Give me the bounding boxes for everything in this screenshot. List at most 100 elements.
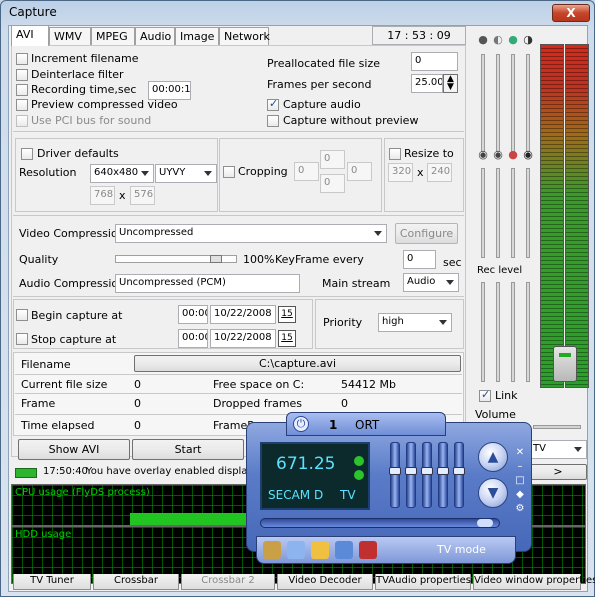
source-display: TV [340,488,356,502]
begin-capture-checkbox[interactable] [16,309,28,321]
tab-network[interactable]: Network [219,27,270,45]
tab-crossbar-2[interactable]: Crossbar 2 [181,574,275,590]
increment-filename-checkbox[interactable] [16,53,28,65]
contrast-slider[interactable] [496,54,500,152]
crop-top-input[interactable]: 0 [320,150,345,169]
calendar-icon[interactable]: 15 [278,330,296,347]
slider-thumb[interactable] [421,467,433,475]
tab-tvaudio-properties[interactable]: TVAudio properties [375,574,471,590]
power-icon[interactable]: ⏻ [293,416,309,432]
tab-crossbar[interactable]: Crossbar [93,574,179,590]
source-select[interactable]: TV [529,440,587,459]
tv-side-controls[interactable]: ✕ – □ ◆ ⚙ [514,446,526,516]
crop-right-input[interactable]: 0 [347,162,372,181]
width-input[interactable]: 768 [90,186,115,205]
priority-select[interactable]: high [378,313,452,332]
slider-thumb[interactable] [453,467,465,475]
fine-tune-down-icon[interactable] [354,470,364,480]
link-checkbox[interactable] [479,388,491,402]
calendar-icon[interactable]: 15 [278,306,296,323]
tv-color-slider[interactable] [437,442,449,508]
seek-thumb[interactable] [477,519,493,527]
keyframe-input[interactable]: 0 [403,250,436,269]
rec-level-slider[interactable] [496,282,500,382]
fps-input[interactable]: 25.00 [411,74,443,93]
tab-tv-tuner[interactable]: TV Tuner [13,574,91,590]
stop-capture-checkbox[interactable] [16,333,28,345]
capture-audio-checkbox[interactable] [267,97,279,111]
resolution-select[interactable]: 640x480 [90,164,154,183]
tab-audio[interactable]: Audio [135,27,175,45]
folder-icon[interactable] [311,541,329,559]
next-button[interactable]: > [529,464,587,480]
tv-contrast-slider[interactable] [421,442,433,508]
time-elapsed-label: Time elapsed [21,419,95,432]
begin-time-input[interactable]: 00:00 [178,305,208,324]
use-pci-bus-checkbox[interactable] [16,115,28,127]
search-icon[interactable] [287,541,305,559]
settings-icon[interactable] [335,541,353,559]
close-button[interactable]: X [552,4,590,22]
master-volume-knob[interactable] [553,346,577,382]
film-reel-icon[interactable] [263,541,281,559]
preview-compressed-checkbox[interactable] [16,99,28,111]
tab-video-decoder[interactable]: Video Decoder [277,574,373,590]
slider-thumb[interactable] [405,467,417,475]
saturation-slider[interactable] [526,54,530,152]
audio-compression-field[interactable]: Uncompressed (PCM) [115,274,300,293]
tv-brightness-slider[interactable] [405,442,417,508]
volume-slider[interactable] [533,425,581,429]
tab-wmv[interactable]: WMV [49,27,91,45]
resize-height-input[interactable]: 240 [427,163,452,182]
hue-slider[interactable] [511,54,515,152]
slider[interactable] [526,168,530,258]
capture-without-preview-checkbox[interactable] [267,115,279,127]
slider-thumb[interactable] [437,467,449,475]
resize-width-input[interactable]: 320 [388,163,413,182]
format-select[interactable]: UYVY [155,164,217,183]
cropping-checkbox[interactable] [223,166,235,178]
rec-level-slider[interactable] [511,282,515,382]
rec-level-slider[interactable] [526,282,530,382]
fine-tune-up-icon[interactable] [354,456,364,466]
stop-date-input[interactable]: 10/22/2008 [210,329,276,348]
tab-video-window-properties[interactable]: Video window properties [473,574,595,590]
slider[interactable] [511,168,515,258]
tv-seek-bar[interactable] [260,518,500,528]
crop-left-input[interactable]: 0 [294,162,319,181]
tv-volume-slider[interactable] [389,442,401,508]
quality-slider[interactable] [115,255,237,263]
stop-time-input[interactable]: 00:00 [178,329,208,348]
fps-spinner[interactable]: ▲ ▼ [443,74,458,93]
books-icon[interactable] [359,541,377,559]
crop-bottom-input[interactable]: 0 [320,174,345,193]
recording-time-checkbox[interactable] [16,84,28,96]
video-compression-select[interactable]: Uncompressed [115,224,387,243]
main-stream-select[interactable]: Audio [403,273,459,292]
slider[interactable] [496,168,500,258]
quality-slider-thumb[interactable] [210,255,222,263]
start-button[interactable]: Start [132,439,244,460]
preallocated-input[interactable]: 0 [411,52,458,71]
tab-mpeg[interactable]: MPEG [91,27,135,45]
brightness-slider[interactable] [481,54,485,152]
configure-button[interactable]: Configure [395,223,458,244]
rec-level-slider[interactable] [481,282,485,382]
begin-date-input[interactable]: 10/22/2008 [210,305,276,324]
tab-avi[interactable]: AVI [11,25,49,46]
channel-up-button[interactable]: ▲ [478,442,508,472]
cpu-usage-label: CPU usage (FlyDS process) [15,487,150,498]
tab-image[interactable]: Image [175,27,219,45]
slider-thumb[interactable] [389,467,401,475]
main-stream-label: Main stream [322,277,391,290]
channel-down-button[interactable]: ▼ [478,478,508,508]
height-input[interactable]: 576 [130,186,155,205]
tv-hue-slider[interactable] [453,442,465,508]
filename-button[interactable]: C:\capture.avi [134,355,461,372]
show-avi-button[interactable]: Show AVI [18,439,130,460]
saturation-icon: ◑ [523,33,533,46]
resize-checkbox[interactable] [389,148,401,160]
deinterlace-filter-checkbox[interactable] [16,69,28,81]
slider[interactable] [481,168,485,258]
driver-defaults-checkbox[interactable] [21,148,33,160]
